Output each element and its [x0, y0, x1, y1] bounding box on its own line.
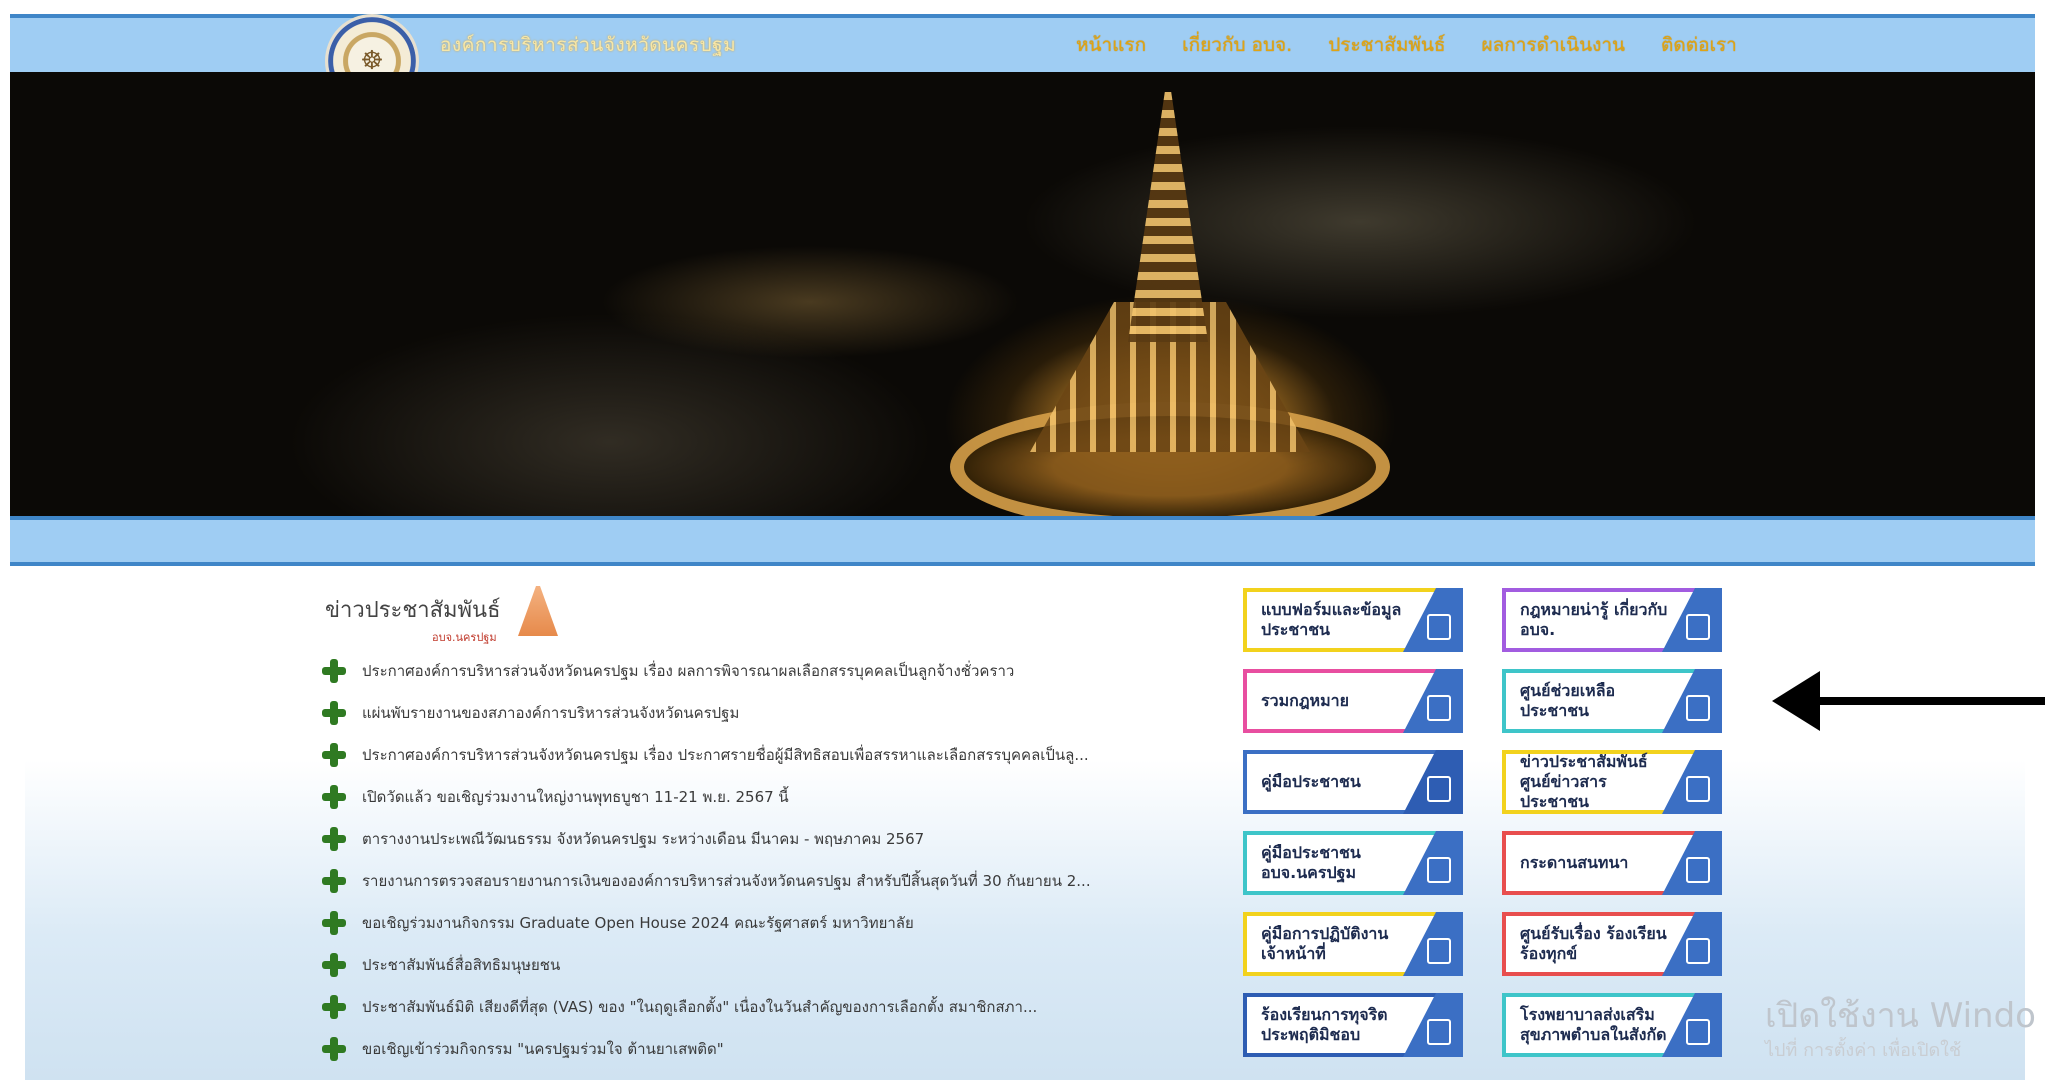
document-icon: [1427, 614, 1451, 640]
activation-watermark-title: เปิดใช้งาน Windo: [1765, 996, 2036, 1036]
main-nav: หน้าแรก เกี่ยวกับ อบจ. ประชาสัมพันธ์ ผลก…: [1058, 30, 1755, 60]
service-button-label: คู่มือประชาชน อบจ.นครปฐม: [1261, 843, 1361, 882]
news-item-text: ประกาศองค์การบริหารส่วนจังหวัดนครปฐม เรื…: [362, 746, 1089, 764]
service-button[interactable]: ศูนย์ช่วยเหลือ ประชาชน: [1502, 669, 1722, 733]
document-icon: [1427, 1019, 1451, 1045]
service-button[interactable]: คู่มือการปฏิบัติงาน เจ้าหน้าที่: [1243, 912, 1463, 976]
news-item-text: ประชาสัมพันธ์สื่อสิทธิมนุษยชน: [362, 956, 561, 974]
nav-home[interactable]: หน้าแรก: [1058, 30, 1164, 60]
news-item[interactable]: ขอเชิญร่วมงานกิจกรรม Graduate Open House…: [322, 902, 1091, 944]
news-item-text: ขอเชิญร่วมงานกิจกรรม Graduate Open House…: [362, 914, 914, 932]
pagoda-icon: [518, 586, 558, 636]
news-item[interactable]: ประกาศองค์การบริหารส่วนจังหวัดนครปฐม เรื…: [322, 734, 1091, 776]
service-button-label: รวมกฎหมาย: [1261, 691, 1350, 710]
service-button-label: ศูนย์รับเรื่อง ร้องเรียนร้องทุกข์: [1520, 924, 1667, 963]
plus-bullet-icon: [322, 1037, 346, 1061]
service-button[interactable]: คู่มือประชาชน อบจ.นครปฐม: [1243, 831, 1463, 895]
document-icon: [1686, 1019, 1710, 1045]
news-list: ประกาศองค์การบริหารส่วนจังหวัดนครปฐม เรื…: [322, 650, 1091, 1070]
plus-bullet-icon: [322, 659, 346, 683]
plus-bullet-icon: [322, 953, 346, 977]
service-button-label: กฎหมายน่ารู้ เกี่ยวกับ อบจ.: [1520, 600, 1668, 639]
plus-bullet-icon: [322, 869, 346, 893]
service-button-label: ร้องเรียนการทุจริต ประพฤติมิชอบ: [1261, 1005, 1388, 1044]
service-button[interactable]: กระดานสนทนา: [1502, 831, 1722, 895]
news-item[interactable]: เปิดวัดแล้ว ขอเชิญร่วมงานใหญ่งานพุทธบูชา…: [322, 776, 1091, 818]
plus-bullet-icon: [322, 743, 346, 767]
nav-contact[interactable]: ติดต่อเรา: [1643, 30, 1755, 60]
plus-bullet-icon: [322, 701, 346, 725]
news-item[interactable]: ขอเชิญเข้าร่วมกิจกรรม "นครปฐมร่วมใจ ต้าน…: [322, 1028, 1091, 1070]
service-button-label: โรงพยาบาลส่งเสริม สุขภาพตำบลในสังกัด: [1520, 1005, 1667, 1044]
pagoda-spire: [1128, 92, 1208, 342]
document-icon: [1427, 857, 1451, 883]
nav-news[interactable]: ประชาสัมพันธ์: [1310, 30, 1463, 60]
news-item[interactable]: ประชาสัมพันธ์มิติ เสียงดีที่สุด (VAS) ขอ…: [322, 986, 1091, 1028]
document-icon: [1427, 776, 1451, 802]
service-button-label: คู่มือการปฏิบัติงาน เจ้าหน้าที่: [1261, 924, 1389, 963]
nav-results[interactable]: ผลการดำเนินงาน: [1463, 30, 1643, 60]
hero-banner-image: [10, 72, 2035, 516]
document-icon: [1686, 857, 1710, 883]
service-button-label: ศูนย์ช่วยเหลือ ประชาชน: [1520, 681, 1616, 720]
news-item-text: เปิดวัดแล้ว ขอเชิญร่วมงานใหญ่งานพุทธบูชา…: [362, 788, 789, 806]
news-section-title: ข่าวประชาสัมพันธ์: [325, 598, 501, 623]
plus-bullet-icon: [322, 827, 346, 851]
plus-bullet-icon: [322, 995, 346, 1019]
document-icon: [1427, 938, 1451, 964]
news-item-text: ตารางงานประเพณีวัฒนธรรม จังหวัดนครปฐม ระ…: [362, 830, 925, 848]
service-button[interactable]: คู่มือประชาชน: [1243, 750, 1463, 814]
news-item-text: ขอเชิญเข้าร่วมกิจกรรม "นครปฐมร่วมใจ ต้าน…: [362, 1040, 724, 1058]
news-item[interactable]: แผ่นพับรายงานของสภาองค์การบริหารส่วนจังห…: [322, 692, 1091, 734]
document-icon: [1686, 776, 1710, 802]
news-item[interactable]: ประกาศองค์การบริหารส่วนจังหวัดนครปฐม เรื…: [322, 650, 1091, 692]
nav-about[interactable]: เกี่ยวกับ อบจ.: [1164, 30, 1310, 60]
document-icon: [1427, 695, 1451, 721]
plus-bullet-icon: [322, 911, 346, 935]
document-icon: [1686, 614, 1710, 640]
plus-bullet-icon: [322, 785, 346, 809]
news-item-text: แผ่นพับรายงานของสภาองค์การบริหารส่วนจังห…: [362, 704, 740, 722]
service-button[interactable]: แบบฟอร์มและข้อมูลประชาชน: [1243, 588, 1463, 652]
banner-bottom-strip: [10, 516, 2035, 566]
service-button-label: แบบฟอร์มและข้อมูลประชาชน: [1261, 600, 1402, 639]
service-button-label: คู่มือประชาชน: [1261, 772, 1361, 791]
service-button[interactable]: ร้องเรียนการทุจริต ประพฤติมิชอบ: [1243, 993, 1463, 1057]
org-name[interactable]: องค์การบริหารส่วนจังหวัดนครปฐม: [440, 30, 736, 60]
annotation-arrow-head-icon: [1772, 671, 1820, 731]
activation-watermark-subtitle: ไปที่ การตั้งค่า เพื่อเปิดใช้: [1765, 1040, 1962, 1061]
news-item[interactable]: ตารางงานประเพณีวัฒนธรรม จังหวัดนครปฐม ระ…: [322, 818, 1091, 860]
news-section-subtitle: อบจ.นครปฐม: [432, 631, 497, 644]
service-button[interactable]: ศูนย์รับเรื่อง ร้องเรียนร้องทุกข์: [1502, 912, 1722, 976]
news-item-text: ประกาศองค์การบริหารส่วนจังหวัดนครปฐม เรื…: [362, 662, 1015, 680]
news-item[interactable]: ประชาสัมพันธ์สื่อสิทธิมนุษยชน: [322, 944, 1091, 986]
service-button[interactable]: กฎหมายน่ารู้ เกี่ยวกับ อบจ.: [1502, 588, 1722, 652]
annotation-arrow-line: [1800, 697, 2045, 705]
service-button[interactable]: ข่าวประชาสัมพันธ์ ศูนย์ข่าวสารประชาชน: [1502, 750, 1722, 814]
service-button-label: ข่าวประชาสัมพันธ์ ศูนย์ข่าวสารประชาชน: [1520, 752, 1648, 811]
news-item-text: รายงานการตรวจสอบรายงานการเงินขององค์การบ…: [362, 872, 1091, 890]
service-button[interactable]: โรงพยาบาลส่งเสริม สุขภาพตำบลในสังกัด: [1502, 993, 1722, 1057]
service-button[interactable]: รวมกฎหมาย: [1243, 669, 1463, 733]
document-icon: [1686, 695, 1710, 721]
news-item[interactable]: รายงานการตรวจสอบรายงานการเงินขององค์การบ…: [322, 860, 1091, 902]
news-item-text: ประชาสัมพันธ์มิติ เสียงดีที่สุด (VAS) ขอ…: [362, 998, 1038, 1016]
document-icon: [1686, 938, 1710, 964]
service-button-label: กระดานสนทนา: [1520, 853, 1629, 872]
